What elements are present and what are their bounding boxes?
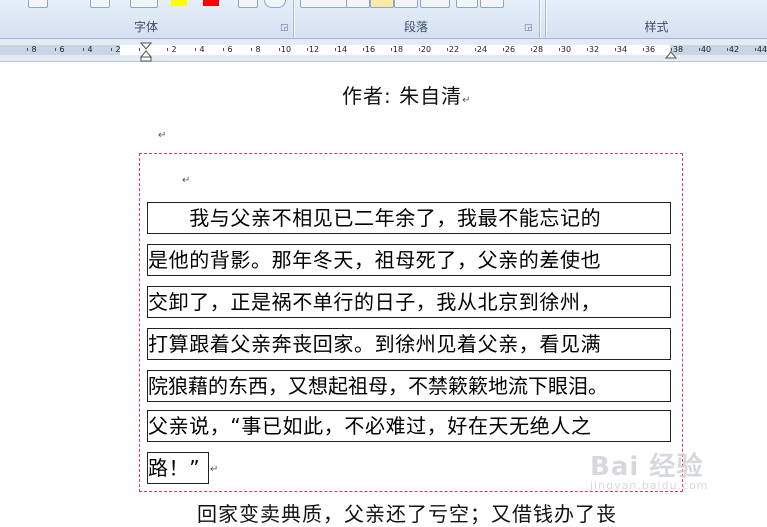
ruler-tick-label: 34 bbox=[616, 45, 628, 54]
ruler-tick-label: 12 bbox=[308, 45, 320, 54]
author-line[interactable]: 作者: 朱自清↵ bbox=[342, 80, 472, 109]
ruler-tick-mark bbox=[27, 48, 28, 51]
ruler-tick-mark bbox=[559, 48, 560, 51]
ruler-tick-label: 24 bbox=[476, 45, 488, 54]
next-paragraph[interactable]: 回家变卖典质，父亲还了亏空；又借钱办了丧 bbox=[197, 498, 617, 527]
first-line-indent-marker[interactable] bbox=[140, 42, 152, 62]
ruler-tick-label: 2 bbox=[115, 45, 121, 54]
ruler-tick-label: 8 bbox=[31, 45, 37, 54]
ruler-tick-label: 44 bbox=[756, 45, 767, 54]
ruler-tick-label: 36 bbox=[644, 45, 656, 54]
ruler-tick-label: 32 bbox=[588, 45, 600, 54]
ruler-tick-mark bbox=[419, 48, 420, 51]
paragraph-group: 段落 ◲ bbox=[294, 0, 538, 38]
ruler-tick-label: 42 bbox=[728, 45, 740, 54]
font-group-label: 字体 bbox=[133, 20, 158, 34]
watermark-brand: Bai 经验 bbox=[590, 452, 704, 482]
text-line[interactable]: 交卸了，正是祸不单行的日子，我从北京到徐州， bbox=[147, 286, 671, 318]
horizontal-ruler[interactable]: 8 6 4 2 2 4 6 8 10 12 14 16 18 20 22 24 26 28 30 32 34 36 38 40… bbox=[0, 39, 767, 62]
ruler-tick-mark bbox=[251, 48, 252, 51]
ruler-tick-label: 6 bbox=[227, 45, 233, 54]
font-dialog-launcher-icon[interactable]: ◲ bbox=[280, 24, 289, 33]
ruler-tick-label: 4 bbox=[87, 45, 93, 54]
separator bbox=[539, 0, 540, 38]
ruler-tick-mark bbox=[503, 48, 504, 51]
paragraph-mark-icon: ↵ bbox=[462, 95, 472, 106]
ruler-tick-mark bbox=[447, 48, 448, 51]
ruler-tick-label: 28 bbox=[532, 45, 544, 54]
text-line[interactable]: 打算跟着父亲奔丧回家。到徐州见着父亲，看见满 bbox=[147, 328, 671, 360]
styles-group-label: 样式 bbox=[644, 20, 669, 34]
ruler-tick-label: 40 bbox=[700, 45, 712, 54]
paragraph-dialog-launcher-icon[interactable]: ◲ bbox=[524, 24, 533, 33]
ruler-tick-mark bbox=[83, 48, 84, 51]
ruler-tick-label: 16 bbox=[364, 45, 376, 54]
ruler-tick-mark bbox=[307, 48, 308, 51]
ruler-tick-label: 4 bbox=[199, 45, 205, 54]
right-indent-marker[interactable] bbox=[665, 49, 677, 59]
ruler-tick-label: 18 bbox=[392, 45, 404, 54]
text-line[interactable]: 我与父亲不相见已二年余了，我最不能忘记的 bbox=[147, 202, 671, 234]
ruler-tick-mark bbox=[531, 48, 532, 51]
ruler-tick-mark bbox=[223, 48, 224, 51]
ruler-tick-mark bbox=[55, 48, 56, 51]
watermark-logo: Bai 经验 jingyan.baidu.com bbox=[590, 446, 709, 492]
ruler-tick-mark bbox=[643, 48, 644, 51]
ruler-tick-mark bbox=[111, 48, 112, 51]
ruler-tick-mark bbox=[587, 48, 588, 51]
ruler-right-margin bbox=[670, 45, 767, 55]
ruler-tick-mark bbox=[755, 48, 756, 51]
ruler-tick-mark bbox=[335, 48, 336, 51]
ruler-tick-label: 30 bbox=[560, 45, 572, 54]
ruler-tick-label: 6 bbox=[59, 45, 65, 54]
ruler-tick-label: 26 bbox=[504, 45, 516, 54]
styles-group: 样式 bbox=[546, 0, 767, 38]
text-line[interactable]: 院狼藉的东西，又想起祖母，不禁簌簌地流下眼泪。 bbox=[147, 370, 671, 402]
ruler-tick-mark bbox=[363, 48, 364, 51]
ruler-tick-label: 14 bbox=[336, 45, 348, 54]
ruler-tick-label: 10 bbox=[280, 45, 292, 54]
text-line[interactable]: 是他的背影。那年冬天，祖母死了，父亲的差使也 bbox=[147, 244, 671, 276]
ruler-tick-mark bbox=[727, 48, 728, 51]
watermark-url: jingyan.baidu.com bbox=[590, 479, 709, 492]
ruler-tick-mark bbox=[195, 48, 196, 51]
ruler-tick-mark bbox=[167, 48, 168, 51]
ruler-tick-mark bbox=[475, 48, 476, 51]
paragraph-mark-icon: ↵ bbox=[158, 130, 167, 141]
paragraph-mark-icon: ↵ bbox=[182, 175, 191, 186]
ruler-tick-label: 2 bbox=[171, 45, 177, 54]
ruler-tick-label: 22 bbox=[448, 45, 460, 54]
ruler-tick-mark bbox=[391, 48, 392, 51]
author-text: 作者: 朱自清 bbox=[342, 84, 463, 108]
ruler-tick-mark bbox=[699, 48, 700, 51]
paragraph-mark-icon: ↵ bbox=[210, 464, 219, 475]
ribbon: 字体 ◲ 段落 ◲ 样式 bbox=[0, 0, 767, 39]
font-group: 字体 ◲ bbox=[0, 0, 292, 38]
paragraph-group-label: 段落 bbox=[403, 20, 428, 34]
ruler-tick-mark bbox=[615, 48, 616, 51]
text-line[interactable]: 父亲说，“事已如此，不必难过，好在天无绝人之 bbox=[147, 410, 671, 442]
ruler-tick-label: 20 bbox=[420, 45, 432, 54]
ruler-tick-mark bbox=[279, 48, 280, 51]
ruler-tick-label: 8 bbox=[255, 45, 261, 54]
text-line[interactable]: 路！” bbox=[147, 452, 209, 484]
